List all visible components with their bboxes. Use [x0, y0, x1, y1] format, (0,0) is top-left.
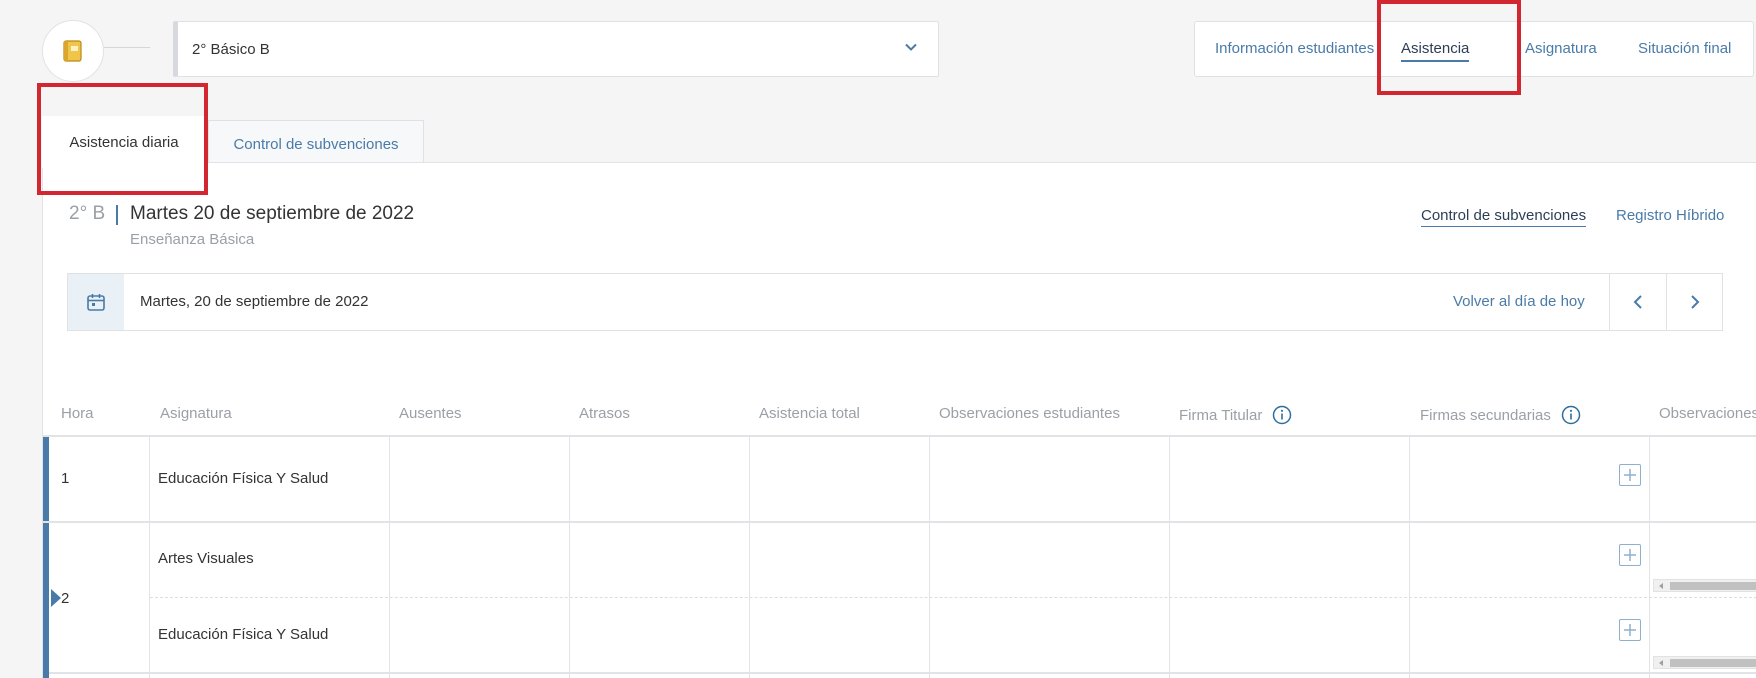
- column-header-asignatura: Asignatura: [160, 405, 232, 422]
- column-header-ausentes: Ausentes: [399, 405, 462, 422]
- asignatura-cell: Artes Visuales: [158, 550, 254, 567]
- column-divider: [1649, 435, 1650, 678]
- column-header-observaciones: Observaciones: [1659, 405, 1756, 422]
- row-indicator: [43, 437, 49, 521]
- top-tabs: Información estudiantes Asistencia Asign…: [1194, 21, 1754, 77]
- horizontal-scrollbar[interactable]: [1653, 656, 1756, 669]
- tab-informacion-estudiantes[interactable]: Información estudiantes: [1215, 22, 1374, 76]
- column-divider: [149, 435, 150, 678]
- column-divider: [1169, 435, 1170, 678]
- column-header-firma-titular: Firma Titular: [1179, 405, 1292, 425]
- tab-asistencia-diaria[interactable]: Asistencia diaria: [42, 116, 206, 168]
- row-indicator: [43, 523, 49, 678]
- page-title: Martes 20 de septiembre de 2022: [130, 203, 415, 224]
- column-header-hora: Hora: [61, 405, 94, 422]
- column-header-atrasos: Atrasos: [579, 405, 630, 422]
- tab-situacion-final[interactable]: Situación final: [1638, 22, 1731, 76]
- column-divider: [1409, 435, 1410, 678]
- add-signature-button[interactable]: [1619, 544, 1641, 566]
- chevron-down-icon: [905, 43, 917, 51]
- column-header-firmas-secundarias: Firmas secundarias: [1420, 405, 1581, 425]
- asignatura-cell: Educación Física Y Salud: [158, 626, 329, 643]
- column-divider: [929, 435, 930, 678]
- column-divider: [569, 435, 570, 678]
- course-select-value: 2° Básico B: [192, 40, 270, 58]
- selected-date: Martes, 20 de septiembre de 2022: [140, 293, 369, 310]
- column-header-observaciones-estudiantes: Observaciones estudiantes: [939, 405, 1120, 422]
- sub-row-divider: [150, 597, 1756, 598]
- active-tab-underline: [1401, 60, 1470, 62]
- grade-label: 2° B: [69, 203, 106, 224]
- connector-line: [104, 47, 150, 48]
- add-signature-button[interactable]: [1619, 464, 1641, 486]
- tab-control-de-subvenciones[interactable]: Control de subvenciones: [208, 120, 424, 164]
- column-header-asistencia-total: Asistencia total: [759, 405, 860, 422]
- plus-icon: [1624, 549, 1636, 561]
- chevron-left-icon: [1633, 295, 1642, 309]
- date-navigator: Martes, 20 de septiembre de 2022 Volver …: [67, 273, 1723, 331]
- next-day-button[interactable]: [1666, 274, 1723, 330]
- calendar-icon: [87, 294, 105, 311]
- info-icon[interactable]: [1272, 405, 1292, 425]
- prev-day-button[interactable]: [1609, 274, 1666, 330]
- scroll-left-icon[interactable]: [1657, 582, 1665, 590]
- registro-hibrido-link[interactable]: Registro Híbrido: [1616, 207, 1724, 224]
- scrollbar-thumb[interactable]: [1670, 659, 1756, 667]
- attendance-panel: 2° B Martes 20 de septiembre de 2022 Ens…: [42, 162, 1756, 678]
- hora-cell: 1: [61, 470, 70, 487]
- add-signature-button[interactable]: [1619, 619, 1641, 641]
- scroll-left-icon[interactable]: [1657, 659, 1665, 667]
- horizontal-scrollbar[interactable]: [1653, 579, 1756, 592]
- asignatura-cell: Educación Física Y Salud: [158, 470, 329, 487]
- chevron-right-icon: [1691, 295, 1700, 309]
- hora-cell: 2: [61, 590, 70, 607]
- title-separator: [116, 205, 118, 225]
- info-icon[interactable]: [1561, 405, 1581, 425]
- plus-icon: [1624, 469, 1636, 481]
- education-level: Enseñanza Básica: [130, 231, 255, 248]
- today-button[interactable]: Volver al día de hoy: [1453, 293, 1585, 310]
- row-divider: [43, 521, 1756, 523]
- scrollbar-thumb[interactable]: [1670, 582, 1756, 590]
- course-select[interactable]: 2° Básico B: [173, 21, 939, 77]
- row-divider: [43, 672, 1756, 674]
- tab-asignatura[interactable]: Asignatura: [1525, 22, 1597, 76]
- plus-icon: [1624, 624, 1636, 636]
- control-subvenciones-link[interactable]: Control de subvenciones: [1421, 207, 1587, 227]
- current-row-marker: [51, 589, 61, 607]
- column-divider: [389, 435, 390, 678]
- calendar-button[interactable]: [68, 274, 124, 330]
- book-icon: [63, 40, 82, 62]
- course-icon: [42, 20, 104, 82]
- tab-asistencia[interactable]: Asistencia: [1401, 22, 1470, 76]
- column-divider: [749, 435, 750, 678]
- table-header-divider: [43, 435, 1756, 437]
